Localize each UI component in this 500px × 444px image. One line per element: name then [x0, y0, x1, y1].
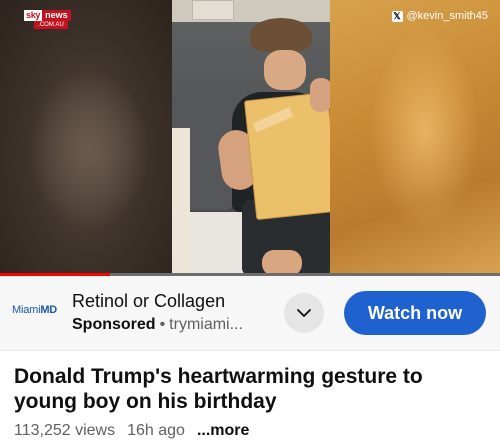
upload-age: 16h ago — [127, 422, 185, 439]
watermark-handle: 𝕏 @kevin_smith45 — [391, 10, 488, 22]
x-logo-icon: 𝕏 — [391, 10, 403, 22]
advertiser-logo[interactable]: MiamiMD — [12, 304, 57, 316]
view-count: 113,252 views — [14, 422, 116, 439]
ad-meta: Sponsored • trymiami... — [72, 316, 243, 334]
video-player[interactable]: sky news .COM.AU 𝕏 @kevin_smith45 — [0, 0, 500, 276]
video-title[interactable]: Donald Trump's heartwarming gesture to y… — [14, 364, 484, 414]
watch-now-button[interactable]: Watch now — [344, 291, 486, 335]
video-blur-left — [0, 0, 172, 276]
video-frame — [172, 0, 330, 276]
sky-news-logo: sky news .COM.AU — [24, 10, 71, 29]
video-blur-right — [330, 0, 500, 276]
divider — [0, 350, 500, 351]
ad-card[interactable]: MiamiMD Retinol or Collagen Sponsored • tr… — [0, 276, 500, 350]
ad-title[interactable]: Retinol or Collagen — [72, 291, 225, 312]
more-button[interactable]: ...more — [197, 422, 249, 439]
ad-domain: trymiami... — [169, 316, 243, 333]
sponsored-label: Sponsored — [72, 316, 156, 333]
chevron-down-icon — [297, 309, 311, 317]
handle-text: @kevin_smith45 — [406, 10, 488, 22]
ad-expand-button[interactable] — [284, 293, 324, 333]
separator: • — [159, 316, 166, 333]
video-meta: 113,252 views 16h ago ...more — [14, 422, 249, 440]
